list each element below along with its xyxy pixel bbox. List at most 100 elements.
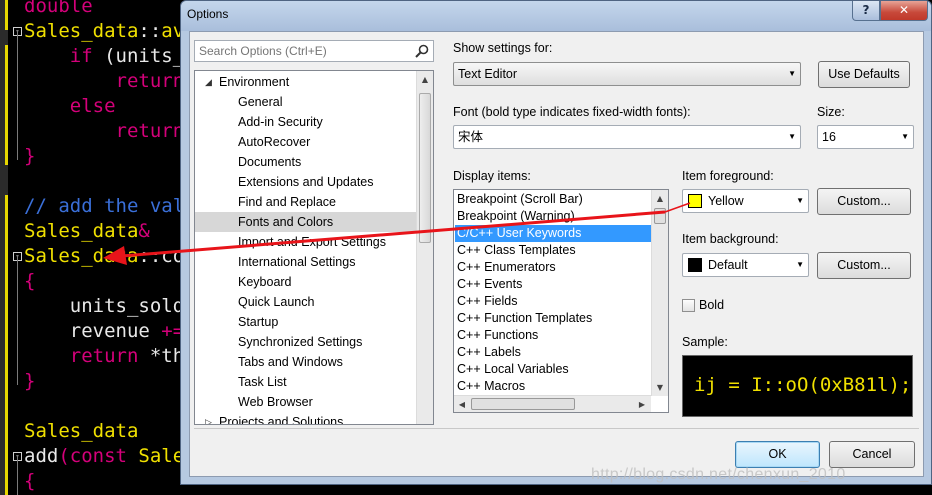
font-dropdown[interactable]: 宋体 ▼ xyxy=(453,125,801,149)
tree-item[interactable]: Startup xyxy=(195,312,417,332)
tree-item[interactable]: Documents xyxy=(195,152,417,172)
help-icon: ? xyxy=(862,3,870,17)
tree-item[interactable]: Keyboard xyxy=(195,272,417,292)
code-token: *th xyxy=(138,345,185,367)
tree-item[interactable]: Add-in Security xyxy=(195,112,417,132)
use-defaults-button[interactable]: Use Defaults xyxy=(818,61,910,88)
sample-label: Sample: xyxy=(682,335,728,349)
code-line: double xyxy=(24,0,93,19)
code-token: { xyxy=(24,270,36,292)
tree-item-label: Tabs and Windows xyxy=(238,355,343,369)
code-token: return xyxy=(115,120,185,142)
display-item[interactable]: C++ Class Templates xyxy=(455,242,651,259)
code-token: (units_ xyxy=(92,45,185,67)
close-button[interactable]: ✕ xyxy=(880,1,928,21)
display-item[interactable]: C++ Fields xyxy=(455,293,651,310)
tree-item[interactable]: Task List xyxy=(195,372,417,392)
code-line: revenue += xyxy=(24,319,184,344)
code-line: { xyxy=(24,269,35,294)
collapsed-arrow-icon[interactable]: ▷ xyxy=(205,412,212,424)
scroll-right-icon[interactable]: ▶ xyxy=(634,396,650,412)
tree-item[interactable]: International Settings xyxy=(195,252,417,272)
display-item[interactable]: C++ Functions xyxy=(455,327,651,344)
code-token: revenue xyxy=(24,320,162,342)
tree-item[interactable]: ◢ Environment xyxy=(195,72,417,92)
code-line: return xyxy=(24,119,185,144)
tree-item[interactable]: Find and Replace xyxy=(195,192,417,212)
ok-button[interactable]: OK xyxy=(735,441,820,468)
show-settings-dropdown[interactable]: Text Editor ▼ xyxy=(453,62,801,86)
display-item[interactable]: Breakpoint (Warning) xyxy=(455,208,651,225)
display-item[interactable]: C++ Function Templates xyxy=(455,310,651,327)
bold-checkbox[interactable] xyxy=(682,299,695,312)
tree-item[interactable]: Web Browser xyxy=(195,392,417,412)
background-custom-button[interactable]: Custom... xyxy=(817,252,911,279)
list-hscroll-thumb[interactable] xyxy=(471,398,575,410)
display-item[interactable]: C++ Events xyxy=(455,276,651,293)
tree-item[interactable]: General xyxy=(195,92,417,112)
tree-scrollbar[interactable]: ▲ xyxy=(416,71,433,424)
expanded-arrow-icon[interactable]: ◢ xyxy=(205,72,212,92)
code-token: else xyxy=(69,95,116,117)
background-value: Default xyxy=(708,258,748,272)
scroll-down-icon[interactable]: ▼ xyxy=(652,379,668,396)
tree-item-label: Add-in Security xyxy=(238,115,323,129)
code-token: if xyxy=(69,45,93,67)
display-item[interactable]: C++ Local Variables xyxy=(455,361,651,378)
tree-item-label: Startup xyxy=(238,315,279,329)
tree-item[interactable]: Extensions and Updates xyxy=(195,172,417,192)
sample-text: ij = I::oO(0xB81l); xyxy=(694,374,912,396)
dialog-title: Options xyxy=(187,7,229,21)
code-line: Sales_data::av xyxy=(24,19,184,44)
foreground-color-swatch xyxy=(688,194,702,208)
chevron-down-icon: ▼ xyxy=(901,132,909,141)
tree-scroll-thumb[interactable] xyxy=(419,93,431,243)
item-foreground-dropdown[interactable]: Yellow ▼ xyxy=(682,189,809,213)
list-vscroll-thumb[interactable] xyxy=(654,208,666,224)
foreground-custom-button[interactable]: Custom... xyxy=(817,188,911,215)
scroll-up-icon[interactable]: ▲ xyxy=(417,71,433,88)
cancel-button[interactable]: Cancel xyxy=(829,441,915,468)
tree-item[interactable]: Synchronized Settings xyxy=(195,332,417,352)
tree-item[interactable]: Import and Export Settings xyxy=(195,232,417,252)
tree-item[interactable]: AutoRecover xyxy=(195,132,417,152)
code-token: ( xyxy=(58,445,70,467)
search-input[interactable] xyxy=(195,41,411,61)
change-marker xyxy=(5,45,8,165)
display-item[interactable]: C++ Enumerators xyxy=(455,259,651,276)
tree-item[interactable]: Fonts and Colors xyxy=(195,212,417,232)
list-vertical-scrollbar[interactable]: ▲ ▼ xyxy=(651,190,668,396)
code-line: add(const Sale xyxy=(24,444,184,469)
tree-item[interactable]: ▷ Projects and Solutions xyxy=(195,412,417,424)
display-item[interactable]: C++ Labels xyxy=(455,344,651,361)
display-item[interactable]: C++ Macros xyxy=(455,378,651,395)
options-dialog: Options ? ✕ ◢ Environment General Add-in Se… xyxy=(180,0,932,485)
close-icon: ✕ xyxy=(898,3,910,17)
display-item[interactable]: Breakpoint (Scroll Bar) xyxy=(455,191,651,208)
display-items-list[interactable]: Breakpoint (Scroll Bar) Breakpoint (Warni… xyxy=(453,189,669,413)
options-tree[interactable]: ◢ Environment General Add-in Security AutoRe… xyxy=(194,70,434,425)
display-item[interactable]: C/C++ User Keywords xyxy=(455,225,651,242)
code-token: } xyxy=(24,145,36,167)
tree-item-label: Find and Replace xyxy=(238,195,336,209)
code-token: // add the val xyxy=(24,195,185,217)
scroll-up-icon[interactable]: ▲ xyxy=(652,190,668,207)
search-icon[interactable] xyxy=(414,43,430,59)
chevron-down-icon: ▼ xyxy=(796,260,804,269)
size-dropdown[interactable]: 16 ▼ xyxy=(817,125,914,149)
bold-label: Bold xyxy=(699,298,725,312)
code-token: const xyxy=(69,445,127,467)
fold-guide xyxy=(17,30,18,160)
list-horizontal-scrollbar[interactable]: ◀ ▶ xyxy=(454,395,651,412)
dialog-titlebar[interactable]: Options ? ✕ xyxy=(181,1,931,31)
tree-item[interactable]: Tabs and Windows xyxy=(195,352,417,372)
tree-item-label: AutoRecover xyxy=(238,135,311,149)
help-button[interactable]: ? xyxy=(852,1,880,21)
tree-item[interactable]: Quick Launch xyxy=(195,292,417,312)
size-value: 16 xyxy=(822,130,836,144)
scroll-left-icon[interactable]: ◀ xyxy=(454,396,470,412)
item-background-dropdown[interactable]: Default ▼ xyxy=(682,253,809,277)
fold-guide xyxy=(17,255,18,385)
